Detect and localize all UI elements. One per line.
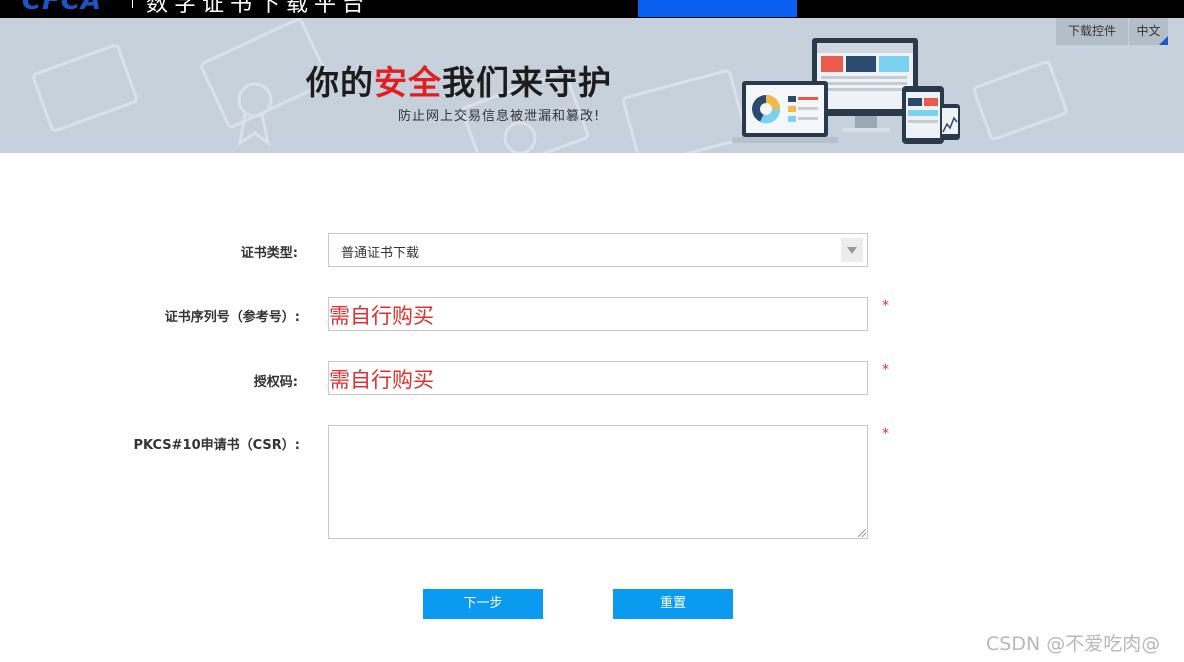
language-label: 中文	[1136, 24, 1161, 38]
language-switch-button[interactable]: 中文	[1129, 18, 1168, 45]
cert-type-select[interactable]: 普通证书下载	[328, 233, 868, 267]
devices-illustration-icon	[732, 38, 960, 144]
download-control-button[interactable]: 下载控件	[1056, 18, 1128, 45]
auth-code-label: 授权码:	[253, 375, 298, 390]
chevron-down-icon	[841, 238, 863, 262]
csdn-watermark: CSDN @不爱吃肉@	[986, 633, 1161, 655]
slogan-text-part1: 你的	[306, 63, 374, 102]
slogan-highlight: 安全	[374, 63, 442, 102]
resize-handle-icon[interactable]	[858, 529, 866, 537]
cert-type-label: 证书类型:	[240, 246, 298, 261]
cfca-logo: CFCA	[22, 0, 103, 16]
serial-required-marker: *	[882, 298, 889, 314]
header-active-nav-block[interactable]	[638, 0, 797, 17]
cert-type-selected-value: 普通证书下载	[341, 246, 420, 261]
csr-textarea[interactable]	[328, 425, 868, 539]
serial-number-input[interactable]: 需自行购买	[328, 297, 868, 331]
top-header-bar: CFCA 数字证书下载平台	[0, 0, 1184, 18]
auth-code-input[interactable]: 需自行购买	[328, 361, 868, 395]
banner-subtitle: 防止网上交易信息被泄漏和篡改!	[398, 109, 601, 124]
banner-slogan: 你的安全我们来守护	[306, 56, 612, 104]
corner-triangle-icon	[1159, 36, 1168, 45]
slogan-text-part2: 我们来守护	[442, 63, 612, 102]
auth-code-required-marker: *	[882, 362, 889, 378]
csr-required-marker: *	[882, 426, 889, 442]
platform-title: 数字证书下载平台	[146, 0, 371, 17]
serial-number-label: 证书序列号（参考号）:	[164, 310, 300, 325]
header-divider	[132, 0, 133, 8]
csr-label: PKCS#10申请书（CSR）:	[133, 438, 301, 453]
next-step-button[interactable]: 下一步	[423, 589, 543, 619]
serial-number-value: 需自行购买	[329, 304, 434, 328]
reset-button[interactable]: 重置	[613, 589, 733, 619]
auth-code-value: 需自行购买	[329, 368, 434, 392]
security-banner: 你的安全我们来守护 防止网上交易信息被泄漏和篡改!	[0, 18, 1184, 153]
